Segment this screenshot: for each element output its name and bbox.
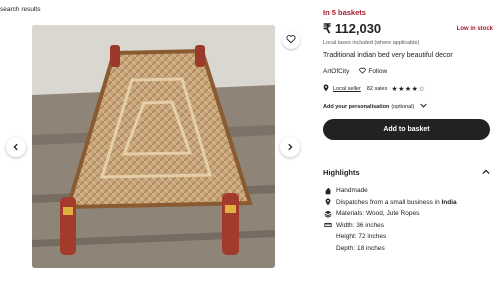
highlight-dispatch-text: Dispatches from a small business in Indi… bbox=[336, 199, 457, 206]
seller-row: ArtOfCity Follow bbox=[323, 67, 493, 76]
highlight-handmade-text: Handmade bbox=[336, 187, 368, 195]
follow-label: Follow bbox=[368, 68, 388, 75]
highlights-header[interactable]: Highlights bbox=[323, 168, 490, 177]
ruler-icon bbox=[323, 221, 333, 229]
highlights-section: Highlights Handmade Dispatches from a sm… bbox=[323, 168, 493, 254]
sales-count: 82 sales bbox=[366, 86, 388, 92]
highlight-handmade: Handmade bbox=[323, 185, 493, 197]
chevron-up-icon bbox=[482, 168, 490, 177]
next-image-button[interactable] bbox=[280, 137, 300, 157]
shop-name-link[interactable]: ArtOfCity bbox=[323, 68, 349, 75]
highlight-materials-text: Materials: Wood, Jute Ropes bbox=[336, 210, 420, 218]
hand-icon bbox=[323, 187, 333, 195]
star-icon: ★ bbox=[398, 86, 405, 93]
star-icon: ★ bbox=[404, 86, 412, 93]
dispatch-prefix: Dispatches from a small business in bbox=[336, 198, 442, 206]
highlight-dispatch: Dispatches from a small business in Indi… bbox=[323, 197, 493, 209]
highlight-height: Height: 72 inches bbox=[323, 231, 493, 243]
heart-icon bbox=[286, 31, 296, 49]
product-photo[interactable] bbox=[32, 25, 275, 268]
add-to-basket-button[interactable]: Add to basket bbox=[323, 119, 490, 140]
personalisation-label: Add your personalisation bbox=[323, 103, 390, 110]
personalisation-toggle[interactable]: Add your personalisation (optional) bbox=[323, 103, 493, 110]
chevron-right-icon bbox=[286, 138, 294, 156]
seller-badge-link[interactable]: Local seller bbox=[333, 86, 361, 92]
dispatch-country: India bbox=[441, 198, 457, 206]
previous-image-button[interactable] bbox=[6, 137, 26, 157]
charpai-bed-image bbox=[32, 25, 275, 268]
highlight-width: Width: 36 inches bbox=[323, 220, 493, 232]
highlight-materials: Materials: Wood, Jute Ropes bbox=[323, 208, 493, 220]
follow-shop-button[interactable]: Follow bbox=[357, 67, 387, 76]
price-row: ₹ 112,030 Low in stock bbox=[323, 21, 493, 37]
highlight-depth: Depth: 18 inches bbox=[323, 243, 493, 255]
layers-icon bbox=[323, 210, 333, 218]
personalisation-optional: (optional) bbox=[391, 103, 415, 110]
favourite-button[interactable] bbox=[282, 31, 300, 49]
highlight-depth-text: Depth: 18 inches bbox=[336, 244, 385, 252]
location-pin-icon bbox=[323, 84, 329, 94]
highlight-height-text: Height: 72 inches bbox=[336, 233, 387, 241]
chevron-left-icon bbox=[12, 138, 20, 156]
star-icon: ☆ bbox=[418, 86, 426, 93]
price: ₹ 112,030 bbox=[323, 21, 382, 36]
back-to-search-link[interactable]: search results bbox=[0, 6, 40, 13]
listing-page: search results In 5 baskets ₹ 112,030 Lo… bbox=[0, 0, 500, 281]
highlights-title: Highlights bbox=[323, 168, 360, 177]
in-baskets-label: In 5 baskets bbox=[323, 8, 366, 17]
location-pin-icon bbox=[323, 198, 333, 206]
stock-status: Low in stock bbox=[456, 26, 493, 32]
buy-box: In 5 baskets ₹ 112,030 Low in stock Loca… bbox=[323, 8, 493, 140]
highlight-width-text: Width: 36 inches bbox=[336, 221, 385, 229]
heart-icon bbox=[359, 67, 367, 76]
rating-stars[interactable]: ★★★★☆ bbox=[391, 85, 425, 93]
rating-row: Local seller 82 sales ★★★★☆ bbox=[323, 84, 493, 94]
tax-note: Local taxes included (where applicable) bbox=[323, 40, 420, 46]
highlights-list: Handmade Dispatches from a small busines… bbox=[323, 185, 493, 254]
product-title: Traditional indian bed very beautiful de… bbox=[323, 52, 453, 59]
chevron-down-icon bbox=[420, 103, 427, 110]
